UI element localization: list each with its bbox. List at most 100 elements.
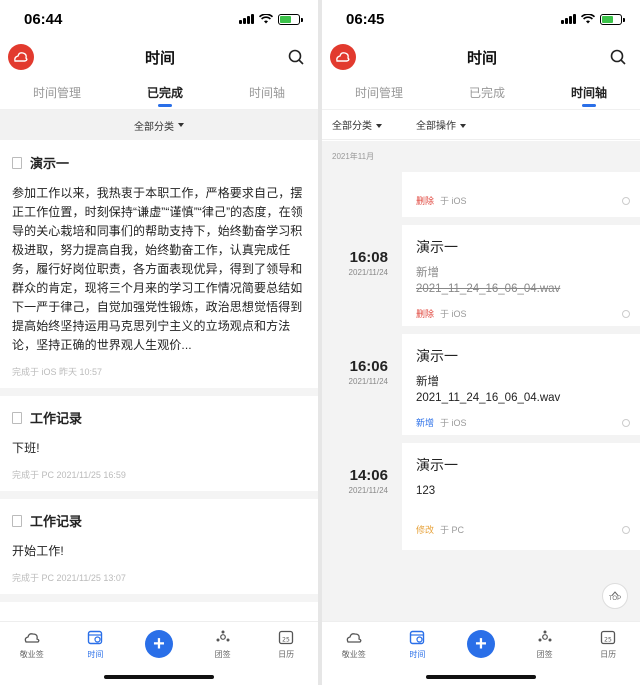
nav-bar: 时间 [322,38,640,76]
card-meta: 完成于 iOS 昨天 10:57 [12,367,103,377]
date-icon: 25 [277,628,295,646]
phone-timeline-view: 06:45 时间 时间管理 已完成 时间轴 全部分类 全部操作 2021年11月 [322,0,640,685]
tab-timeline[interactable]: 时间轴 [239,76,295,109]
timeline-day: 2021/11/24 [348,377,388,386]
tab-time-management[interactable]: 时间管理 [23,76,91,109]
status-time: 06:45 [346,10,385,28]
category-filter[interactable]: 全部分类 [0,110,318,140]
back-to-top-button[interactable]: TOP [602,583,628,609]
category-filter-label: 全部分类 [332,121,372,132]
timeline-date: 16:08 2021/11/24 [322,225,402,326]
timeline-card[interactable]: 演示一 新增 2021_11_24_16_06_04.wav 删除于 iOS [402,225,640,326]
tab-time-management[interactable]: 时间管理 [345,76,413,109]
link-icon[interactable] [622,196,630,205]
timeline-date: 14:06 2021/11/24 [322,443,402,550]
timeline-line: 新增 [416,267,439,279]
card-meta: 完成于 PC 2021/11/25 13:07 [12,573,126,583]
operation-filter[interactable]: 全部操作 [416,117,466,132]
timeline-title: 演示一 [416,457,458,473]
timeline-date: 16:06 2021/11/24 [322,334,402,435]
tab-bar: 时间管理 已完成 时间轴 [322,76,640,110]
timeline-card[interactable]: 删除于 iOS [402,172,640,217]
operation-filter-label: 全部操作 [416,121,456,132]
timeline-day: 2021/11/24 [348,268,388,277]
list-item[interactable]: 演示一 参加工作以来，我热衷于本职工作，严格要求自己，摆正工作位置，时刻保持“谦… [0,141,318,396]
bottom-nav-jingyeqian[interactable]: 敬业签 [329,628,379,685]
timeline-item[interactable]: 14:06 2021/11/24 演示一 123 修改于 PC [322,443,640,550]
timeline-clock: 16:08 [349,249,388,266]
bottom-nav-calendar[interactable]: 25 日历 [583,628,633,685]
card-meta: 完成于 PC 2021/11/25 16:59 [12,470,126,480]
app-logo-icon[interactable] [8,44,34,70]
tab-completed[interactable]: 已完成 [137,76,193,109]
timeline-item[interactable]: 删除于 iOS [322,172,640,217]
tab-bar: 时间管理 已完成 时间轴 [0,76,318,110]
svg-text:25: 25 [604,637,612,644]
wifi-icon [259,14,273,24]
home-indicator[interactable] [104,675,214,679]
home-indicator[interactable] [426,675,536,679]
timeline-title: 演示一 [416,239,458,255]
card-body: 开始工作! [12,544,64,558]
bottom-nav-label: 敬业签 [341,650,366,659]
bookmark-icon[interactable] [12,156,22,169]
list-item[interactable]: 工作记录 下班! 完成于 PC 2021/11/25 16:59 [0,396,318,499]
timeline-item[interactable]: 16:08 2021/11/24 演示一 新增 2021_11_24_16_06… [322,225,640,326]
timeline-line: 2021_11_24_16_06_04.wav [416,283,561,295]
bottom-nav: 敬业签 时间 + 团签 25 日历 [322,621,640,685]
card-title: 工作记录 [30,514,83,529]
signal-icon [561,14,576,24]
tab-timeline[interactable]: 时间轴 [561,76,617,109]
category-filter[interactable]: 全部分类 [332,117,382,132]
timeline-day: 2021/11/24 [348,486,388,495]
svg-text:25: 25 [282,637,290,644]
status-bar: 06:45 [322,0,640,38]
operation-badge: 修改 [416,525,435,535]
link-icon[interactable] [622,309,630,318]
link-icon[interactable] [622,418,630,427]
timeline-item[interactable]: 16:06 2021/11/24 演示一 新增 2021_11_24_16_06… [322,334,640,435]
status-bar: 06:44 [0,0,318,38]
system-icons [239,13,303,25]
caret-down-icon [460,124,466,129]
timeline-line: 新增 [416,376,439,388]
timeline-line: 123 [416,485,436,497]
bookmark-icon[interactable] [12,411,22,424]
list-item[interactable]: 工作记录 开始工作! 完成于 PC 2021/11/25 13:07 [0,499,318,602]
timeline-card[interactable]: 演示一 新增 2021_11_24_16_06_04.wav 新增于 iOS [402,334,640,435]
completed-list[interactable]: 演示一 参加工作以来，我热衷于本职工作，严格要求自己，摆正工作位置，时刻保持“谦… [0,141,318,621]
back-to-top-label: TOP [608,595,622,602]
filter-bar: 全部分类 全部操作 [322,110,640,140]
bottom-nav-label: 敬业签 [19,650,44,659]
tab-completed[interactable]: 已完成 [459,76,515,109]
timeline-line: 2021_11_24_16_06_04.wav [416,392,561,404]
bottom-nav-label: 时间 [87,650,104,659]
source-label: 于 iOS [440,418,467,428]
app-logo-icon[interactable] [330,44,356,70]
plus-icon: + [144,630,173,658]
timeline-title: 演示一 [416,348,458,364]
bottom-nav-label: 日历 [278,650,295,659]
bottom-nav-calendar[interactable]: 25 日历 [261,628,311,685]
bottom-nav-jingyeqian[interactable]: 敬业签 [7,628,57,685]
timeline-list[interactable]: 2021年11月 删除于 iOS 16:08 2021/11/24 演示一 新增… [322,141,640,621]
bottom-nav-label: 团签 [214,650,231,659]
search-icon[interactable] [286,47,306,67]
signal-icon [239,14,254,24]
group-icon [214,628,232,646]
timeline-card[interactable]: 演示一 123 修改于 PC [402,443,640,550]
card-body: 参加工作以来，我热衷于本职工作，严格要求自己，摆正工作位置，时刻保持“谦虚”“谨… [12,186,303,352]
link-icon[interactable] [622,525,630,534]
system-icons [561,13,625,25]
bottom-nav-label: 时间 [409,650,426,659]
battery-icon [600,13,625,25]
search-icon[interactable] [608,47,628,67]
group-icon [536,628,554,646]
timeline-date [322,172,402,217]
phone-completed-view: 06:44 时间 时间管理 已完成 时间轴 全部分类 演示一 参加工作以来，我热… [0,0,318,685]
bookmark-icon[interactable] [12,514,22,527]
source-label: 于 iOS [440,309,467,319]
card-title: 工作记录 [30,411,83,426]
source-label: 于 iOS [440,196,467,206]
page-title: 时间 [144,49,175,67]
